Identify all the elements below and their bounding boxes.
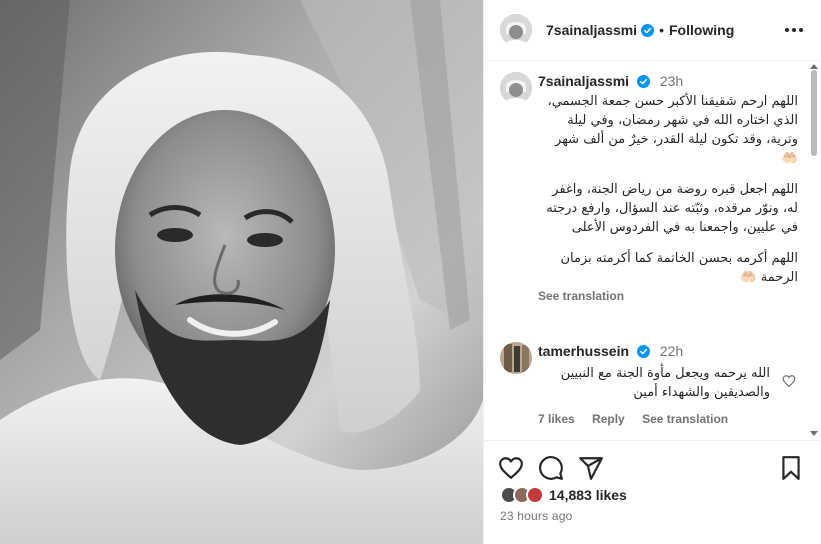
author-avatar[interactable] [500,14,532,46]
separator-dot: • [659,22,664,38]
caption-paragraph-2: اللهم اجعل قبره روضة من رياض الجنة، واغف… [546,182,798,235]
scroll-up-arrow-icon[interactable] [810,64,818,69]
scroll-thumb[interactable] [811,70,817,156]
caption-time: 23h [659,73,684,89]
likes-row: 14,883 likes [500,484,627,506]
caption-body: 7sainaljassmi 23h اللهم ارحم شقيقنا الأك… [538,72,798,303]
caption-paragraph-1: اللهم ارحم شقيقنا الأكبر حسن جمعة الجسمي… [547,94,799,166]
likes-count[interactable]: 14,883 likes [549,487,627,503]
caption-see-translation[interactable]: See translation [538,289,798,303]
instagram-post-view: 7sainaljassmi • Following 7sainaljassmi … [0,0,821,544]
comment-actions: 7 likes Reply See translation [538,412,798,426]
bookmark-icon[interactable] [778,455,804,481]
verified-badge-icon [641,23,655,37]
avatar-image [500,14,532,46]
comments-scrollbar[interactable] [809,64,819,436]
verified-badge-icon [636,345,650,358]
author-username[interactable]: 7sainaljassmi [546,22,637,38]
comment-time: 22h [659,343,684,359]
verified-badge-icon [636,75,650,88]
post-header: 7sainaljassmi • Following [484,0,821,61]
caption-username[interactable]: 7sainaljassmi [538,73,629,89]
comment-icon[interactable] [538,455,564,481]
caption-meta: 7sainaljassmi 23h [538,72,798,90]
comment-likes-count[interactable]: 7 likes [538,412,575,426]
commenter-username[interactable]: tamerhussein [538,343,629,359]
avatar-image [500,72,532,104]
comment-meta: tamerhussein 22h [538,342,798,360]
posted-time: 23 hours ago [500,509,573,523]
post-side-panel: 7sainaljassmi • Following 7sainaljassmi … [483,0,821,544]
caption-avatar[interactable] [500,72,532,104]
comment-reply-button[interactable]: Reply [592,412,625,426]
scroll-down-arrow-icon[interactable] [810,431,818,436]
comment-heart-icon[interactable] [782,374,796,388]
heart-icon[interactable] [498,455,524,481]
liker-avatar [526,486,544,504]
following-button[interactable]: Following [669,22,734,38]
avatar-image [500,342,532,374]
comments-list[interactable]: 7sainaljassmi 23h اللهم ارحم شقيقنا الأك… [484,62,821,440]
commenter-avatar[interactable] [500,342,532,374]
portrait-illustration [0,0,483,544]
caption-paragraph-3: اللهم أكرمه بحسن الخاتمة كما أكرمته بزما… [560,251,798,285]
comment-item: tamerhussein 22h الله يرحمه ويجعل مأوة ا… [500,342,800,432]
comment-see-translation[interactable]: See translation [642,412,728,426]
caption-comment: 7sainaljassmi 23h اللهم ارحم شقيقنا الأك… [500,72,800,322]
comment-body: tamerhussein 22h الله يرحمه ويجعل مأوة ا… [538,342,798,426]
comment-text: الله يرحمه ويجعل مأوة الجنة مع النبيين و… [560,366,770,400]
header-user-info: 7sainaljassmi • Following [546,22,734,38]
share-icon[interactable] [578,455,604,481]
more-horizontal-icon[interactable] [782,20,806,40]
post-photo[interactable] [0,0,483,544]
